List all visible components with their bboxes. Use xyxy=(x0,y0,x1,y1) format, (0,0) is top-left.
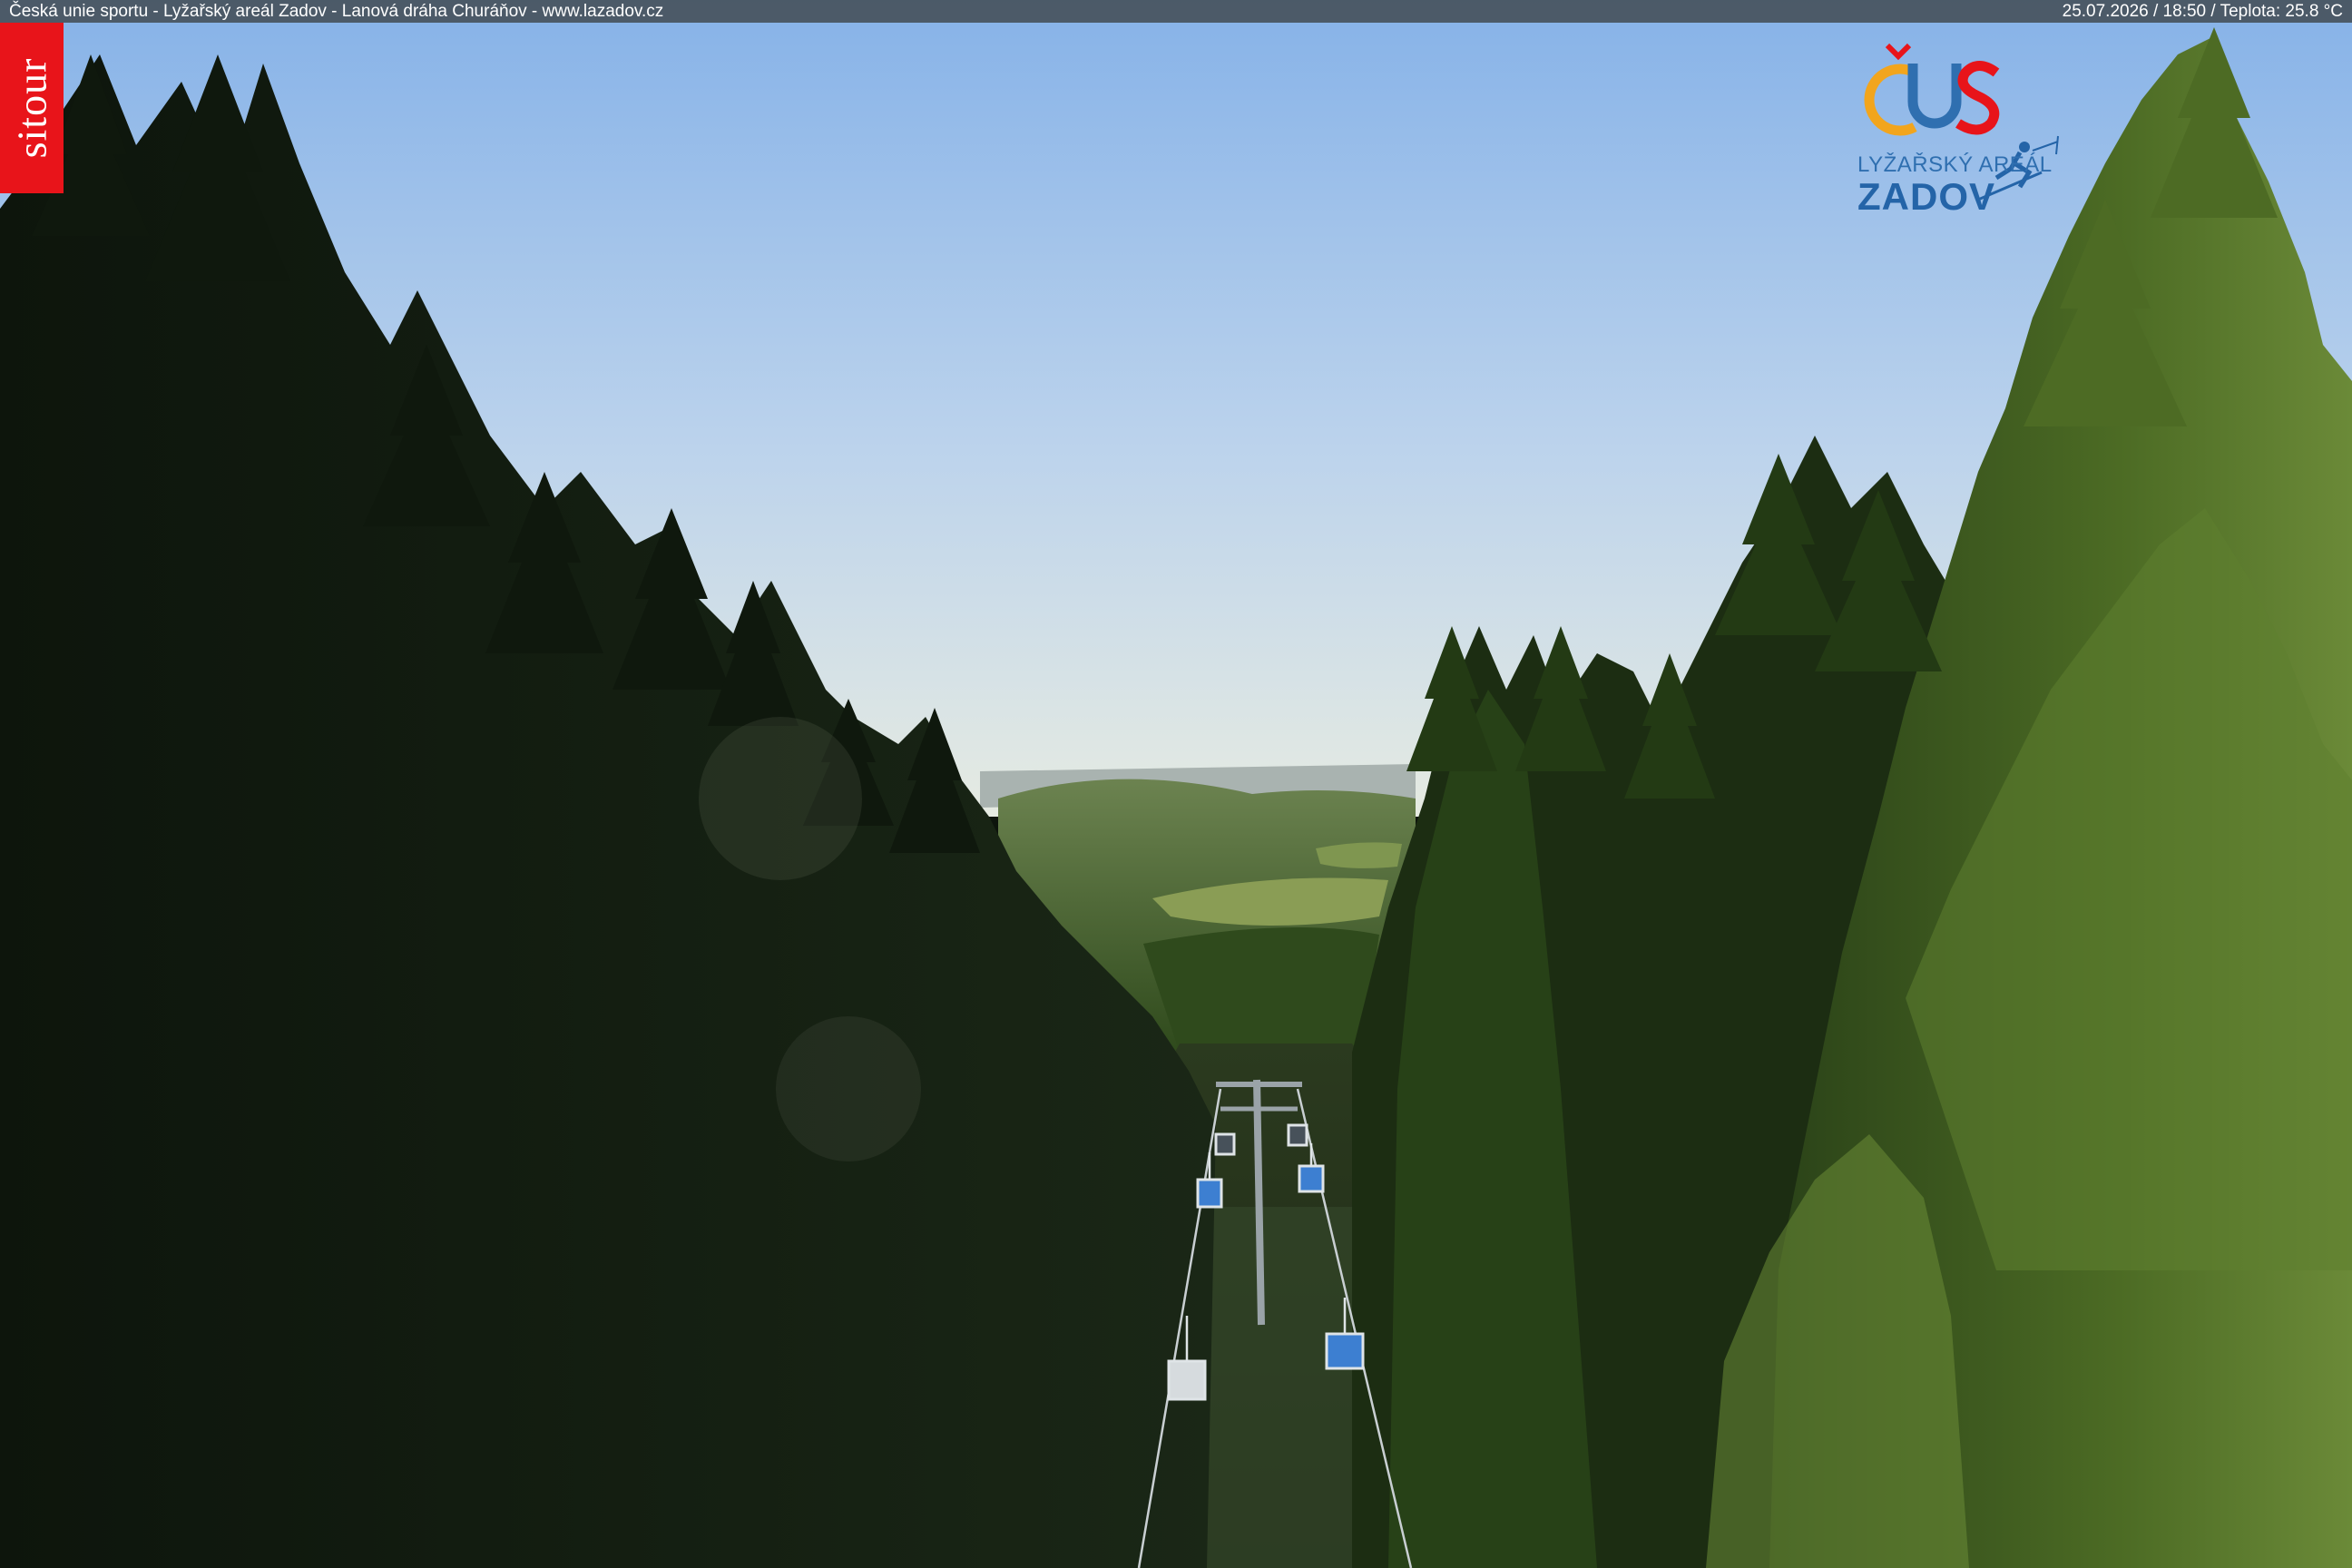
valley-meadow xyxy=(1316,842,1402,868)
webcam-photo xyxy=(0,0,2352,1568)
timestamp-temperature: 25.07.2026 / 18:50 / Teplota: 25.8 °C xyxy=(2062,2,2343,21)
caption-bar: Česká unie sportu - Lyžařský areál Zadov… xyxy=(0,0,2352,23)
logo-area-text: LYŽAŘSKÝ AREÁL xyxy=(1857,152,2053,177)
lens-flare xyxy=(699,717,862,880)
zadov-logo: LYŽAŘSKÝ AREÁL ZADOV xyxy=(1851,36,2069,218)
lens-flare xyxy=(776,1016,921,1161)
valley-forest xyxy=(1143,927,1379,1053)
logo-name-text: ZADOV xyxy=(1857,175,1995,218)
sitour-badge: sitour xyxy=(0,23,64,193)
camera-caption: Česká unie sportu - Lyžařský areál Zadov… xyxy=(9,2,664,21)
sitour-label: sitour xyxy=(8,57,55,159)
